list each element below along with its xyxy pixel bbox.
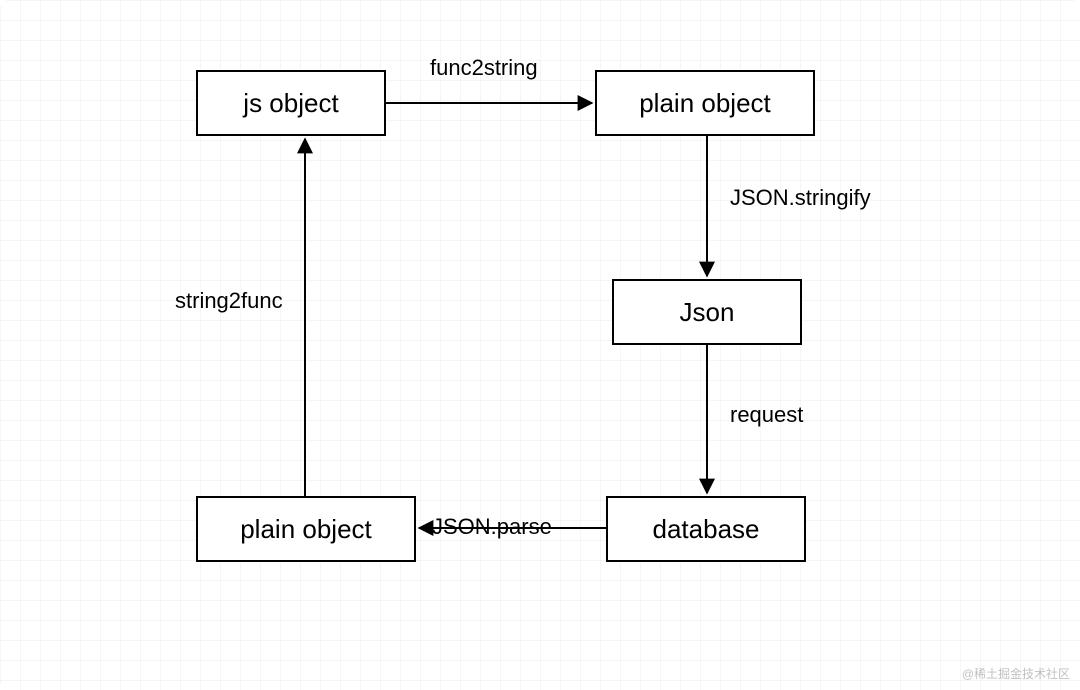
edge-label-string2func: string2func bbox=[175, 288, 283, 314]
node-label: Json bbox=[680, 297, 735, 328]
diagram-canvas: js object plain object Json database pla… bbox=[0, 0, 1080, 690]
node-database: database bbox=[606, 496, 806, 562]
edge-label-json-parse: JSON.parse bbox=[432, 514, 552, 540]
node-js-object: js object bbox=[196, 70, 386, 136]
node-label: database bbox=[653, 514, 760, 545]
edge-label-func2string: func2string bbox=[430, 55, 538, 81]
edge-label-json-stringify: JSON.stringify bbox=[730, 185, 871, 211]
node-plain-object-top: plain object bbox=[595, 70, 815, 136]
node-plain-object-bottom: plain object bbox=[196, 496, 416, 562]
node-json: Json bbox=[612, 279, 802, 345]
node-label: plain object bbox=[240, 514, 372, 545]
node-label: plain object bbox=[639, 88, 771, 119]
watermark: @稀土掘金技术社区 bbox=[962, 665, 1070, 682]
node-label: js object bbox=[243, 88, 338, 119]
edges-layer bbox=[0, 0, 1080, 690]
edge-label-request: request bbox=[730, 402, 803, 428]
